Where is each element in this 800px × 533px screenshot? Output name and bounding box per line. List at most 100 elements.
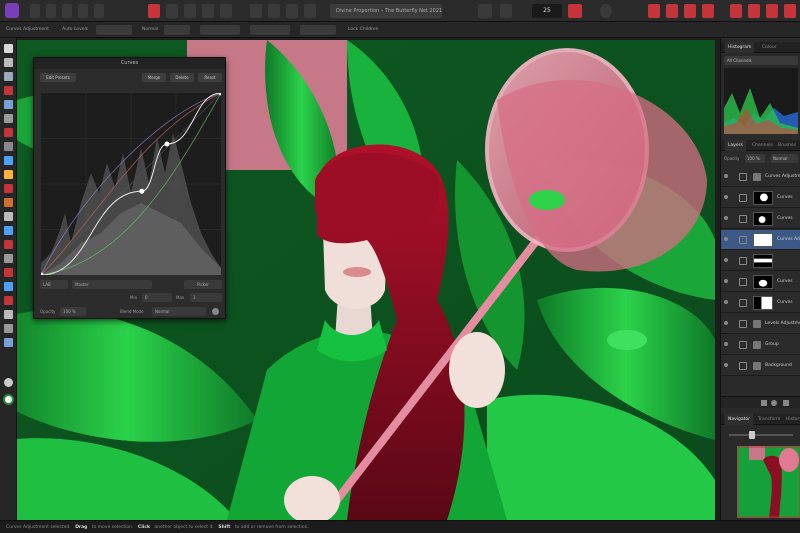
pixel-tool-icon[interactable]	[4, 170, 13, 179]
assistant-button[interactable]	[600, 4, 612, 18]
fill-tool-icon[interactable]	[4, 198, 13, 207]
mask-button[interactable]	[784, 4, 796, 18]
layer-row[interactable]: Curves	[721, 272, 800, 292]
layer-row[interactable]	[721, 251, 800, 271]
new-document-button[interactable]	[148, 4, 160, 18]
layer-visibility-icon[interactable]	[724, 321, 728, 325]
layer-visibility-checkbox[interactable]	[739, 362, 747, 370]
layer-visibility-icon[interactable]	[724, 363, 728, 367]
dodge-brush-icon[interactable]	[4, 226, 13, 235]
layer-visibility-checkbox[interactable]	[739, 320, 747, 328]
layer-row[interactable]: Curves	[721, 209, 800, 229]
document-title[interactable]: Divine Proportion – The Butterfly Net 20…	[330, 4, 442, 18]
max-field[interactable]: 1	[190, 293, 222, 302]
layer-visibility-icon[interactable]	[724, 342, 728, 346]
tab-history[interactable]: History	[783, 414, 800, 425]
persona-develop-button[interactable]	[62, 4, 72, 18]
pen-tool-icon[interactable]	[4, 310, 13, 319]
crop-tool-icon[interactable]	[4, 72, 13, 81]
text-tool-icon[interactable]	[4, 338, 13, 347]
navigator-preview[interactable]	[737, 446, 800, 518]
align-right-button[interactable]	[286, 4, 298, 18]
channel-mode-select[interactable]: LAB	[40, 280, 68, 289]
view-mode-button[interactable]	[478, 4, 492, 18]
flood-select-icon[interactable]	[4, 100, 13, 109]
navigator-zoom-thumb[interactable]	[749, 431, 755, 439]
layer-row[interactable]: Group	[721, 335, 800, 355]
selection-add-button[interactable]	[648, 4, 660, 18]
color-picker-icon[interactable]	[4, 142, 13, 151]
layer-visibility-checkbox[interactable]	[739, 299, 747, 307]
quick-mask-button[interactable]	[568, 4, 582, 18]
layer-visibility-checkbox[interactable]	[739, 194, 747, 202]
layer-visibility-icon[interactable]	[724, 174, 728, 178]
layer-row[interactable]: Levels Adjustment	[721, 314, 800, 334]
curve-control-point[interactable]	[139, 188, 145, 194]
layer-row[interactable]: Curves Adjustment	[721, 167, 800, 187]
context-lock-label[interactable]: Lock Children	[348, 27, 378, 32]
blend-mode-select[interactable]: Normal	[152, 307, 206, 316]
tab-channels[interactable]: Channels	[749, 140, 776, 151]
curve-control-point[interactable]	[164, 141, 170, 147]
refine-button[interactable]	[730, 4, 742, 18]
shape-tool-icon[interactable]	[4, 324, 13, 333]
gradient-tool-icon[interactable]	[4, 212, 13, 221]
context-blend-label[interactable]: Normal	[142, 27, 158, 32]
persona-liquify-button[interactable]	[46, 4, 56, 18]
selection-subtract-button[interactable]	[666, 4, 678, 18]
persona-tone-map-button[interactable]	[78, 4, 88, 18]
picker-button[interactable]: Picker	[184, 280, 222, 289]
context-field-2[interactable]	[200, 25, 240, 35]
context-field-1[interactable]	[164, 25, 190, 35]
context-field-4[interactable]	[300, 25, 336, 35]
move-tool-icon[interactable]	[4, 44, 13, 53]
layer-visibility-checkbox[interactable]	[739, 215, 747, 223]
auto-levels-button[interactable]	[166, 4, 178, 18]
trash-icon[interactable]	[783, 400, 789, 406]
context-field-3[interactable]	[250, 25, 290, 35]
red-eye-button[interactable]	[748, 4, 760, 18]
persona-photo-button[interactable]	[30, 4, 40, 18]
curves-panel-title[interactable]: Curves	[34, 58, 225, 69]
auto-colors-button[interactable]	[202, 4, 214, 18]
app-logo-icon[interactable]	[5, 3, 19, 18]
arrange-button[interactable]	[304, 4, 316, 18]
inpainting-brush-icon[interactable]	[4, 282, 13, 291]
layer-row[interactable]: Curves	[721, 188, 800, 208]
layer-visibility-icon[interactable]	[724, 279, 728, 283]
channel-select[interactable]: Master	[72, 280, 152, 289]
layer-row[interactable]: Curves Adjustment	[721, 230, 800, 250]
layers-opacity-field[interactable]: 100 %	[745, 154, 765, 163]
layer-visibility-icon[interactable]	[724, 258, 728, 262]
persona-export-button[interactable]	[94, 4, 104, 18]
zoom-field[interactable]: 25	[532, 4, 562, 18]
layer-visibility-checkbox[interactable]	[739, 173, 747, 181]
view-tool-icon[interactable]	[4, 58, 13, 67]
tab-layers[interactable]: Layers	[725, 140, 746, 151]
layer-visibility-icon[interactable]	[724, 300, 728, 304]
opacity-field[interactable]: 100 %	[60, 307, 86, 316]
layer-row[interactable]: Background	[721, 356, 800, 376]
align-center-button[interactable]	[268, 4, 280, 18]
layer-visibility-checkbox[interactable]	[739, 257, 747, 265]
erase-brush-icon[interactable]	[4, 184, 13, 193]
selection-brush-icon[interactable]	[4, 86, 13, 95]
align-left-button[interactable]	[250, 4, 262, 18]
curves-graph[interactable]	[41, 93, 221, 275]
delete-button[interactable]: Delete	[170, 73, 194, 82]
tab-histogram[interactable]: Histogram	[725, 42, 755, 53]
clone-brush-icon[interactable]	[4, 254, 13, 263]
navigator-zoom-slider[interactable]	[729, 431, 793, 439]
tab-colour[interactable]: Colour	[759, 42, 780, 53]
layer-row[interactable]: Curves	[721, 293, 800, 313]
freehand-select-icon[interactable]	[4, 128, 13, 137]
adjustment-layer-icon[interactable]	[771, 400, 777, 406]
auto-white-balance-button[interactable]	[220, 4, 232, 18]
color-swatch-icon[interactable]	[3, 394, 14, 405]
snapping-button[interactable]	[500, 4, 512, 18]
panel-settings-icon[interactable]	[212, 308, 219, 315]
merge-button[interactable]: Merge	[142, 73, 166, 82]
add-layer-icon[interactable]	[761, 400, 767, 406]
burn-brush-icon[interactable]	[4, 240, 13, 249]
edit-presets-button[interactable]: Edit Presets	[40, 73, 76, 82]
